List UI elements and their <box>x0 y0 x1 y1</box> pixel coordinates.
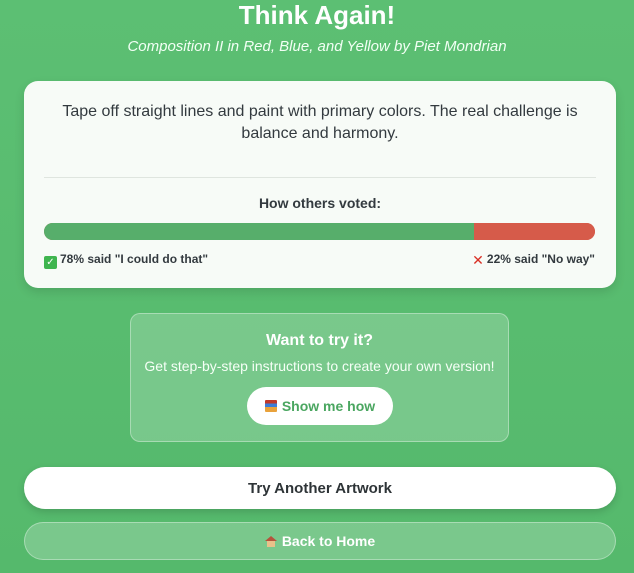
show-me-how-button[interactable]: Show me how <box>247 387 393 425</box>
vote-yes-text: 78% said "I could do that" <box>60 252 209 266</box>
try-it-description: Get step-by-step instructions to create … <box>144 358 495 374</box>
cross-mark-icon: ✕ <box>472 252 484 268</box>
result-card: Tape off straight lines and paint with p… <box>24 81 616 288</box>
vote-bar-yes-segment <box>44 223 474 240</box>
divider <box>44 177 596 178</box>
vote-no-label: ✕ 22% said "No way" <box>472 252 595 269</box>
back-to-home-button[interactable]: Back to Home <box>24 522 616 560</box>
try-another-artwork-button[interactable]: Try Another Artwork <box>24 467 616 509</box>
books-icon <box>264 400 277 412</box>
page-title: Think Again! <box>238 0 396 30</box>
try-it-box: Want to try it? Get step-by-step instruc… <box>130 313 509 442</box>
votes-heading: How others voted: <box>258 195 382 211</box>
challenge-description: Tape off straight lines and paint with p… <box>62 103 578 142</box>
show-me-how-label: Show me how <box>281 398 376 414</box>
vote-bar-no-segment <box>473 223 595 240</box>
vote-bar <box>44 223 595 240</box>
try-it-title: Want to try it? <box>266 332 373 349</box>
artwork-subtitle: Composition II in Red, Blue, and Yellow … <box>127 38 507 55</box>
vote-labels: ✓ 78% said "I could do that" ✕ 22% said "N… <box>44 252 595 269</box>
back-to-home-label: Back to Home <box>281 533 376 549</box>
vote-no-text: 22% said "No way" <box>486 252 595 266</box>
vote-yes-label: ✓ 78% said "I could do that" <box>44 252 208 269</box>
house-icon <box>264 535 277 547</box>
check-mark-icon: ✓ <box>44 256 57 269</box>
